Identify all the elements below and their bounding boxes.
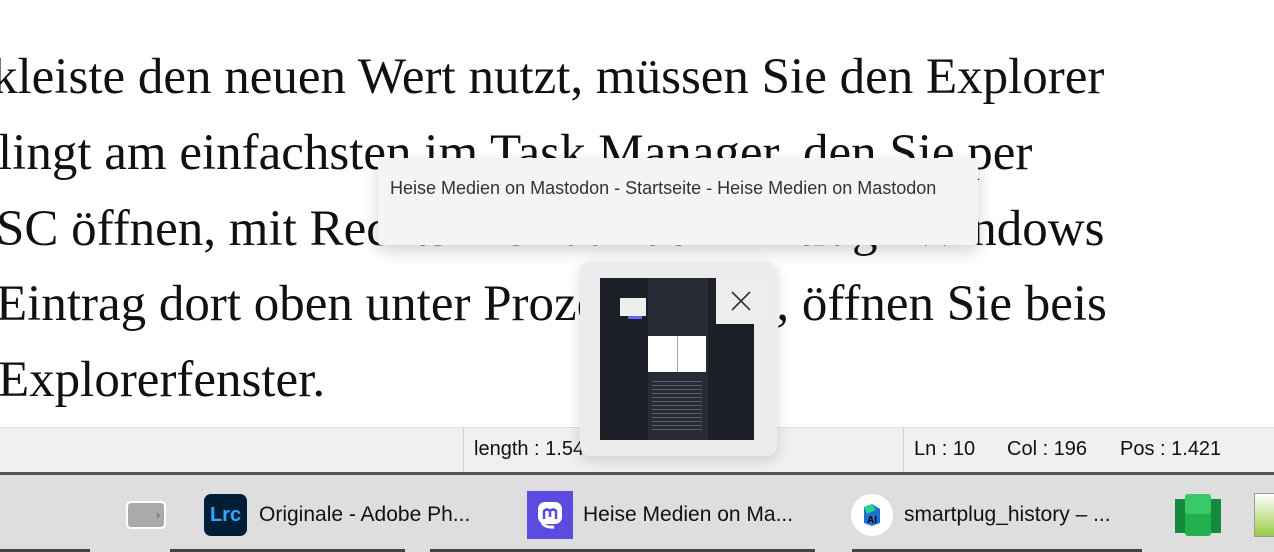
length-readout: length : 1.546 (474, 438, 596, 460)
taskbar-item-green-app[interactable] (1175, 493, 1221, 537)
pycharm-icon: AI (851, 494, 893, 536)
taskbar-item-label: smartplug_history – ... (904, 503, 1111, 526)
tooltip-text: Heise Medien on Mastodon - Startseite - … (390, 178, 937, 198)
mastodon-icon (527, 491, 573, 539)
taskbar: › Lrc Originale - Adobe Ph... Heise Medi… (0, 472, 1274, 552)
svg-text:AI: AI (867, 515, 877, 526)
taskbar-item-lightroom[interactable]: Lrc Originale - Adobe Ph... (204, 493, 470, 537)
close-preview-button[interactable] (716, 278, 766, 324)
status-divider (463, 428, 464, 473)
window-preview-popup[interactable] (580, 262, 777, 456)
taskbar-item-pycharm[interactable]: AI smartplug_history – ... (851, 493, 1111, 537)
editor-line: Explorerfenster. (0, 352, 326, 408)
status-divider (903, 428, 904, 473)
monitor-app-icon (1254, 493, 1274, 537)
lightroom-classic-icon: Lrc (204, 494, 247, 536)
close-icon (731, 291, 751, 311)
column-readout: Col : 196 (1007, 438, 1088, 460)
position-readout: Pos : 1.421 (1120, 438, 1222, 460)
taskbar-item-label: Heise Medien on Ma... (583, 503, 794, 526)
editor-line: kleiste den neuen Wert nutzt, müssen Sie… (0, 49, 1105, 105)
taskbar-item-monitor-app[interactable] (1254, 493, 1274, 537)
green-app-icon (1175, 493, 1221, 537)
window-title-tooltip: Heise Medien on Mastodon - Startseite - … (378, 158, 978, 245)
editor-line: Eintrag dort oben unter Prozesse nicht, … (0, 276, 1107, 332)
taskbar-show-desktop[interactable]: › (126, 493, 166, 537)
line-readout: Ln : 10 (914, 438, 976, 460)
taskbar-item-mastodon[interactable]: Heise Medien on Ma... (527, 491, 794, 539)
show-desktop-icon: › (126, 501, 166, 529)
taskbar-item-label: Originale - Adobe Ph... (259, 503, 471, 526)
